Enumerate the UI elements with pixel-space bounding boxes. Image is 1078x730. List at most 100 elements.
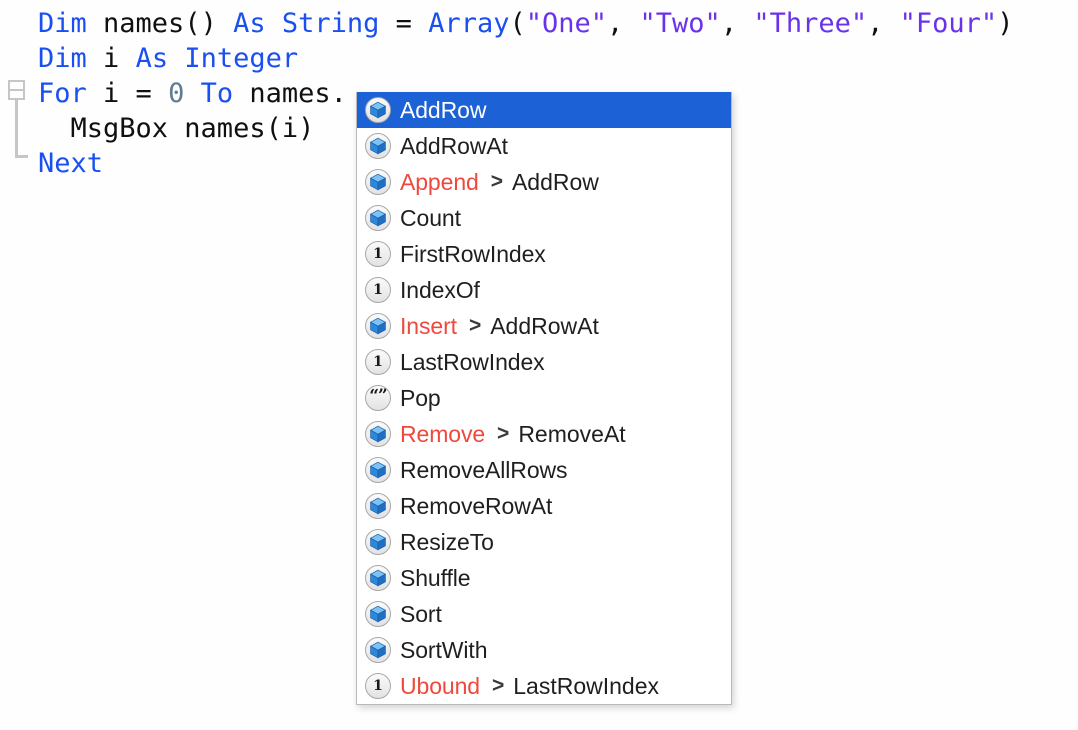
cube-icon [365, 457, 391, 483]
code-token: ( [509, 8, 526, 39]
autocomplete-item-lastrowindex[interactable]: 1 LastRowIndex [357, 344, 731, 380]
icon-disc: 1 [365, 277, 391, 303]
icon-disc [365, 205, 391, 231]
autocomplete-item-sortwith[interactable]: SortWith [357, 632, 731, 668]
code-token: Array [428, 8, 510, 39]
autocomplete-item-replacement: AddRow [511, 168, 599, 195]
autocomplete-item-label: AddRowAt [400, 132, 508, 159]
code-token: , [720, 8, 754, 39]
autocomplete-item-replacement: LastRowIndex [513, 672, 659, 699]
code-token: , [607, 8, 640, 39]
icon-disc [365, 97, 391, 123]
code-token: "Four" [899, 8, 998, 39]
code-token: = [379, 8, 429, 39]
integer-glyph: 1 [373, 354, 383, 370]
replacement-arrow-icon: > [497, 422, 510, 445]
string-icon: “” [365, 385, 391, 411]
code-line: Dim i As Integer [38, 41, 1013, 76]
autocomplete-item-firstrowindex[interactable]: 1 FirstRowIndex [357, 236, 731, 272]
autocomplete-item-label: Count [400, 204, 461, 231]
autocomplete-item-resizeto[interactable]: ResizeTo [357, 524, 731, 560]
icon-disc [365, 457, 391, 483]
code-token: i [86, 43, 136, 74]
code-token: "One" [525, 8, 608, 39]
replacement-arrow-icon: > [491, 674, 505, 697]
icon-disc [365, 601, 391, 627]
icon-disc: 1 [365, 349, 391, 375]
code-token: As String [233, 8, 380, 39]
icon-disc [365, 565, 391, 591]
autocomplete-item-label: AddRow [400, 96, 487, 123]
autocomplete-item-ubound[interactable]: 1 Ubound > LastRowIndex [357, 668, 731, 704]
cube-icon [365, 529, 391, 555]
cube-icon [365, 565, 391, 591]
code-token: Next [38, 148, 104, 179]
autocomplete-item-shuffle[interactable]: Shuffle [357, 560, 731, 596]
code-token: ) [997, 8, 1014, 39]
code-token: 0 [168, 78, 185, 109]
autocomplete-item-addrow[interactable]: AddRow [357, 92, 731, 128]
code-token: Dim [38, 43, 87, 74]
icon-disc: “” [365, 385, 391, 411]
code-fold-foot [15, 155, 28, 158]
icon-disc: 1 [365, 241, 391, 267]
code-token: "Three" [753, 8, 868, 39]
code-token: MsgBox names(i) [38, 113, 315, 144]
code-fold-stem [15, 100, 18, 158]
autocomplete-item-removeallrows[interactable]: RemoveAllRows [357, 452, 731, 488]
replacement-arrow-icon: > [490, 170, 503, 193]
cube-icon [365, 169, 391, 195]
autocomplete-item-addrowat[interactable]: AddRowAt [357, 128, 731, 164]
icon-disc [365, 637, 391, 663]
integer-glyph: 1 [373, 678, 383, 694]
autocomplete-item-remove[interactable]: Remove > RemoveAt [357, 416, 731, 452]
integer-icon: 1 [365, 241, 391, 267]
icon-disc [365, 169, 391, 195]
autocomplete-item-label: Sort [400, 600, 442, 627]
autocomplete-item-label: FirstRowIndex [400, 240, 546, 267]
autocomplete-item-label: IndexOf [400, 276, 480, 303]
code-fold-minus-icon[interactable] [8, 80, 25, 100]
autocomplete-item-label: Insert [400, 312, 457, 339]
autocomplete-item-count[interactable]: Count [357, 200, 731, 236]
code-token: Dim [38, 8, 87, 39]
autocomplete-item-pop[interactable]: “” Pop [357, 380, 731, 416]
cube-icon [365, 313, 391, 339]
autocomplete-item-replacement: AddRowAt [490, 312, 599, 339]
autocomplete-item-label: Shuffle [400, 564, 471, 591]
autocomplete-item-indexof[interactable]: 1 IndexOf [357, 272, 731, 308]
icon-disc [365, 421, 391, 447]
autocomplete-item-label: RemoveRowAt [400, 492, 553, 519]
quote-glyph: “” [369, 385, 388, 406]
autocomplete-item-label: Ubound [400, 672, 480, 699]
icon-disc [365, 313, 391, 339]
integer-icon: 1 [365, 349, 391, 375]
cube-icon [365, 421, 391, 447]
replacement-arrow-icon: > [468, 314, 482, 337]
icon-disc [365, 493, 391, 519]
autocomplete-item-label: ResizeTo [400, 528, 494, 555]
integer-icon: 1 [365, 673, 391, 699]
autocomplete-item-insert[interactable]: Insert > AddRowAt [357, 308, 731, 344]
autocomplete-item-replacement: RemoveAt [518, 420, 626, 447]
code-token: , [867, 8, 900, 39]
autocomplete-item-label: Append [400, 168, 479, 195]
cube-icon [365, 205, 391, 231]
code-token: As Integer [135, 43, 299, 74]
autocomplete-popup[interactable]: AddRow AddRowAt Append > AddRow Count 1 FirstRo… [356, 92, 732, 705]
autocomplete-item-removerowat[interactable]: RemoveRowAt [357, 488, 731, 524]
icon-disc: 1 [365, 673, 391, 699]
autocomplete-item-label: Pop [400, 384, 441, 411]
integer-glyph: 1 [373, 246, 383, 262]
cube-icon [365, 97, 391, 123]
autocomplete-item-sort[interactable]: Sort [357, 596, 731, 632]
cube-icon [365, 133, 391, 159]
cube-icon [365, 637, 391, 663]
cube-icon [365, 493, 391, 519]
icon-disc [365, 133, 391, 159]
autocomplete-item-label: LastRowIndex [400, 348, 545, 375]
code-line: Dim names() As String = Array("One", "Tw… [38, 6, 1013, 41]
autocomplete-item-label: SortWith [400, 636, 488, 663]
integer-glyph: 1 [373, 282, 383, 298]
autocomplete-item-append[interactable]: Append > AddRow [357, 164, 731, 200]
